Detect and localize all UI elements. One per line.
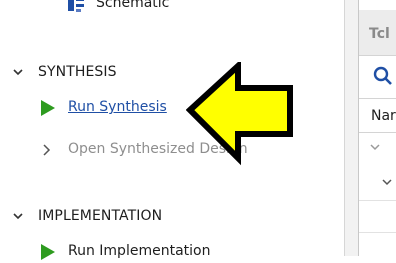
implementation-collapse-chevron-icon[interactable]	[12, 210, 26, 224]
divider	[359, 98, 396, 99]
chevron-down-icon[interactable]	[381, 176, 393, 188]
divider	[359, 200, 396, 201]
run-play-icon	[41, 100, 55, 116]
schematic-icon	[68, 0, 84, 12]
divider	[359, 232, 396, 233]
synthesis-section-title: SYNTHESIS	[38, 64, 117, 80]
yellow-arrow-icon	[186, 62, 293, 166]
search-icon[interactable]	[373, 66, 393, 86]
tcl-console-panel: Tcl Nar	[358, 0, 396, 256]
run-implementation-label[interactable]: Run Implementation	[68, 243, 210, 259]
divider	[359, 132, 396, 133]
panel-gutter	[345, 0, 358, 256]
chevron-down-icon[interactable]	[369, 141, 381, 153]
tab-tcl[interactable]: Tcl	[359, 10, 396, 56]
run-play-icon	[41, 244, 55, 260]
implementation-section-title: IMPLEMENTATION	[38, 208, 163, 224]
chevron-right-icon	[43, 144, 51, 156]
run-synthesis-link[interactable]: Run Synthesis	[68, 99, 167, 115]
synthesis-collapse-chevron-icon[interactable]	[12, 66, 26, 80]
name-column-header[interactable]: Nar	[371, 108, 396, 124]
tab-tcl-label: Tcl	[369, 26, 390, 42]
flow-navigator: Schematic SYNTHESIS Run Synthesis Open S…	[0, 0, 344, 260]
schematic-label: Schematic	[96, 0, 170, 11]
